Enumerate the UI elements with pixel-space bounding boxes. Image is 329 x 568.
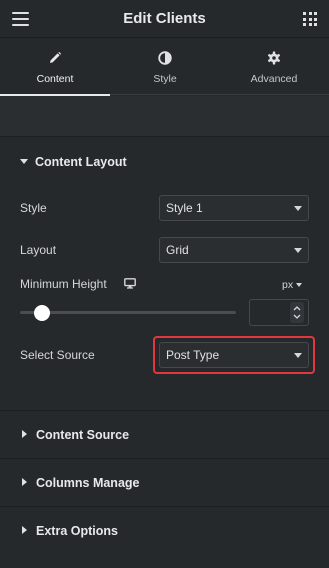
tab-content[interactable]: Content <box>0 38 110 96</box>
select-source-label: Select Source <box>20 348 95 362</box>
tab-content-label: Content <box>36 73 74 85</box>
layout-select[interactable]: Grid <box>159 237 309 263</box>
panel-spacer <box>0 96 329 136</box>
caret-right-icon <box>22 430 27 438</box>
highlight-box <box>153 336 315 374</box>
minimum-height-slider-handle[interactable] <box>33 305 50 321</box>
half-circle-icon <box>158 51 172 65</box>
tab-advanced[interactable]: Advanced <box>219 38 329 95</box>
tab-style-label: Style <box>153 73 177 85</box>
columns-manage-title: Columns Manage <box>36 476 140 490</box>
chevron-down-icon <box>294 206 302 211</box>
desktop-monitor-icon[interactable] <box>124 278 136 289</box>
grid-apps-icon[interactable] <box>303 12 317 26</box>
layout-select-value: Grid <box>166 243 189 257</box>
pencil-icon <box>50 51 62 63</box>
caret-down-icon <box>20 159 28 164</box>
layout-label: Layout <box>20 243 57 257</box>
extra-options-header[interactable]: Extra Options <box>20 524 118 538</box>
tab-style[interactable]: Style <box>110 38 220 95</box>
extra-options-title: Extra Options <box>36 524 118 538</box>
style-select-value: Style 1 <box>166 201 203 215</box>
unit-value: px <box>282 279 294 291</box>
unit-selector[interactable]: px <box>282 279 303 291</box>
style-label: Style <box>20 201 47 215</box>
columns-manage-section[interactable]: Columns Manage <box>0 458 329 506</box>
gear-icon <box>267 51 281 65</box>
columns-manage-header[interactable]: Columns Manage <box>20 476 140 490</box>
tab-advanced-label: Advanced <box>250 73 298 85</box>
chevron-down-icon <box>294 248 302 253</box>
style-select[interactable]: Style 1 <box>159 195 309 221</box>
content-source-header[interactable]: Content Source <box>20 428 129 442</box>
panel-tabs: Content Style Advanced <box>0 38 329 96</box>
caret-right-icon <box>22 526 27 534</box>
content-source-title: Content Source <box>36 428 130 442</box>
minimum-height-label: Minimum Height <box>20 277 107 291</box>
content-source-section[interactable]: Content Source <box>0 410 329 458</box>
number-stepper-icon[interactable] <box>290 302 304 323</box>
minimum-height-input[interactable] <box>249 299 309 326</box>
content-layout-header[interactable]: Content Layout <box>20 155 127 169</box>
caret-right-icon <box>22 478 27 486</box>
minimum-height-slider-track[interactable] <box>20 311 236 314</box>
top-bar: Edit Clients <box>0 0 329 38</box>
panel-title: Edit Clients <box>123 10 206 27</box>
chevron-down-icon <box>296 283 303 287</box>
extra-options-section[interactable]: Extra Options <box>0 506 329 568</box>
content-layout-title: Content Layout <box>35 155 127 169</box>
